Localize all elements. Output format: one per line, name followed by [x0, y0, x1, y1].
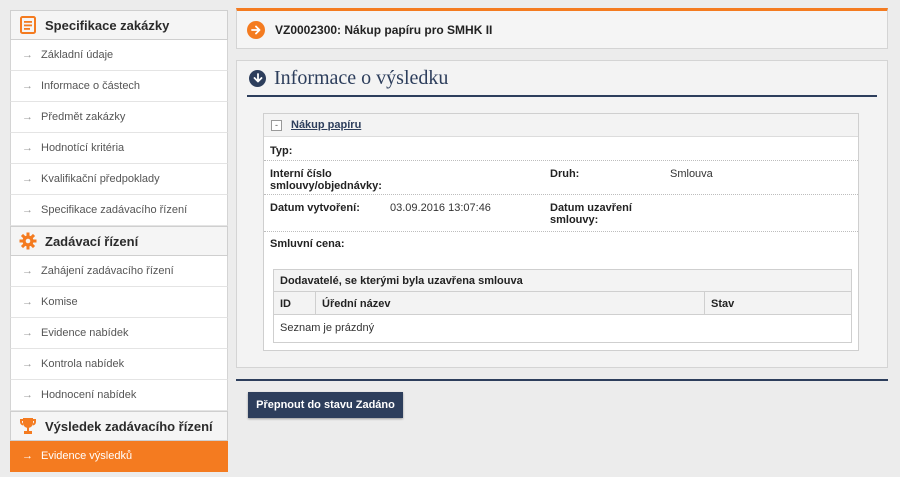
result-box-header: - Nákup papíru	[264, 114, 858, 137]
sidebar-item-label: Evidence výsledků	[41, 450, 133, 462]
collapse-icon[interactable]: -	[271, 119, 282, 131]
column-header-id[interactable]: ID	[274, 292, 316, 315]
sidebar-item-zahajeni-zadavaciho-rizeni[interactable]: → Zahájení zadávacího řízení	[10, 256, 228, 287]
arrow-right-icon: →	[22, 173, 33, 185]
sidebar-section-title: Specifikace zakázky	[45, 17, 170, 33]
sidebar-item-kontrola-nabidek[interactable]: → Kontrola nabídek	[10, 349, 228, 380]
suppliers-table-header: ID Úřední název Stav	[274, 292, 851, 315]
panel-header: Informace o výsledku	[247, 61, 877, 97]
field-label-druh: Druh:	[550, 168, 580, 180]
sidebar-item-hodnoceni-nabidek[interactable]: → Hodnocení nabídek	[10, 380, 228, 411]
arrow-right-icon: →	[22, 358, 33, 370]
result-box-title-link[interactable]: Nákup papíru	[291, 119, 361, 131]
field-row-typ: Typ:	[264, 137, 858, 161]
result-box: - Nákup papíru Typ: Interní číslo smlouv…	[263, 113, 859, 351]
switch-to-zadano-button[interactable]: Přepnout do stavu Zadáno	[248, 392, 403, 418]
trophy-icon	[19, 417, 37, 435]
sidebar-section-specifikace: Specifikace zakázky	[10, 10, 228, 40]
field-label-interni-cislo: Interní číslo smlouvy/objednávky:	[270, 168, 382, 192]
sidebar-item-label: Hodnocení nabídek	[41, 389, 137, 401]
field-label-datum-uzavreni: Datum uzavření smlouvy:	[550, 202, 632, 226]
sidebar-section-title: Výsledek zadávacího řízení	[45, 418, 213, 434]
sidebar-section-vysledek: Výsledek zadávacího řízení	[10, 411, 228, 441]
arrow-right-icon: →	[22, 204, 33, 216]
suppliers-empty-message: Seznam je prázdný	[280, 322, 375, 334]
document-icon	[19, 16, 37, 34]
field-value-datum-vytvoreni: 03.09.2016 13:07:46	[390, 202, 491, 214]
sidebar-item-label: Základní údaje	[41, 49, 114, 61]
column-header-stav[interactable]: Stav	[705, 292, 851, 315]
sidebar-item-zakladni-udaje[interactable]: → Základní údaje	[10, 40, 228, 71]
field-value-druh: Smlouva	[670, 168, 713, 180]
sidebar-item-evidence-nabidek[interactable]: → Evidence nabídek	[10, 318, 228, 349]
sidebar-item-label: Hodnotící kritéria	[41, 142, 125, 154]
field-row-cena: Smluvní cena:	[264, 232, 858, 252]
sidebar-item-komise[interactable]: → Komise	[10, 287, 228, 318]
page-header: VZ0002300: Nákup papíru pro SMHK II	[236, 8, 888, 49]
sidebar-item-informace-o-castech[interactable]: → Informace o částech	[10, 71, 228, 102]
panel-title: Informace o výsledku	[274, 66, 449, 89]
arrow-right-icon: →	[22, 49, 33, 61]
sidebar-item-label: Kvalifikační předpoklady	[41, 173, 160, 185]
arrow-right-circle-icon	[247, 20, 265, 39]
field-row-datumy: Datum vytvoření: 03.09.2016 13:07:46 Dat…	[264, 195, 858, 232]
field-label-datum-vytvoreni: Datum vytvoření:	[270, 202, 360, 214]
page-title: VZ0002300: Nákup papíru pro SMHK II	[275, 22, 493, 37]
sidebar-section-title: Zadávací řízení	[45, 233, 139, 249]
arrow-right-icon: →	[22, 80, 33, 92]
sidebar-item-hodnotici-kriteria[interactable]: → Hodnotící kritéria	[10, 133, 228, 164]
arrow-right-icon: →	[22, 111, 33, 123]
sidebar-item-label: Informace o částech	[41, 80, 141, 92]
sidebar-item-kvalifikacni-predpoklady[interactable]: → Kvalifikační předpoklady	[10, 164, 228, 195]
arrow-right-icon: →	[22, 389, 33, 401]
field-row-interni-druh: Interní číslo smlouvy/objednávky: Druh: …	[264, 161, 858, 195]
sidebar-item-evidence-vysledku[interactable]: → Evidence výsledků	[10, 441, 228, 472]
sidebar-item-label: Kontrola nabídek	[41, 358, 125, 370]
sidebar-item-label: Zahájení zadávacího řízení	[41, 265, 174, 277]
gear-icon	[19, 232, 37, 250]
sidebar-item-label: Evidence nabídek	[41, 327, 129, 339]
divider	[236, 379, 888, 381]
sidebar: Specifikace zakázky → Základní údaje → Inf…	[10, 10, 228, 472]
arrow-right-icon: →	[22, 296, 33, 308]
suppliers-table-title: Dodavatelé, se kterými byla uzavřena sml…	[274, 270, 851, 292]
sidebar-item-label: Komise	[41, 296, 78, 308]
arrow-right-icon: →	[22, 327, 33, 339]
sidebar-item-label: Předmět zakázky	[41, 111, 126, 123]
field-label-typ: Typ:	[270, 145, 293, 157]
arrow-down-circle-icon	[249, 69, 266, 87]
suppliers-table: Dodavatelé, se kterými byla uzavřena sml…	[273, 269, 852, 343]
arrow-right-icon: →	[22, 142, 33, 154]
arrow-right-icon: →	[22, 265, 33, 277]
arrow-right-icon: →	[22, 450, 33, 462]
sidebar-item-label: Specifikace zadávacího řízení	[41, 204, 188, 216]
sidebar-item-predmet-zakazky[interactable]: → Předmět zakázky	[10, 102, 228, 133]
result-panel: Informace o výsledku - Nákup papíru Typ:…	[236, 60, 888, 368]
column-header-uredni-nazev[interactable]: Úřední název	[316, 292, 705, 315]
sidebar-item-specifikace-zadavaciho-rizeni[interactable]: → Specifikace zadávacího řízení	[10, 195, 228, 226]
sidebar-section-zadavaci-rizeni: Zadávací řízení	[10, 226, 228, 256]
field-label-smluvni-cena: Smluvní cena:	[270, 238, 345, 250]
